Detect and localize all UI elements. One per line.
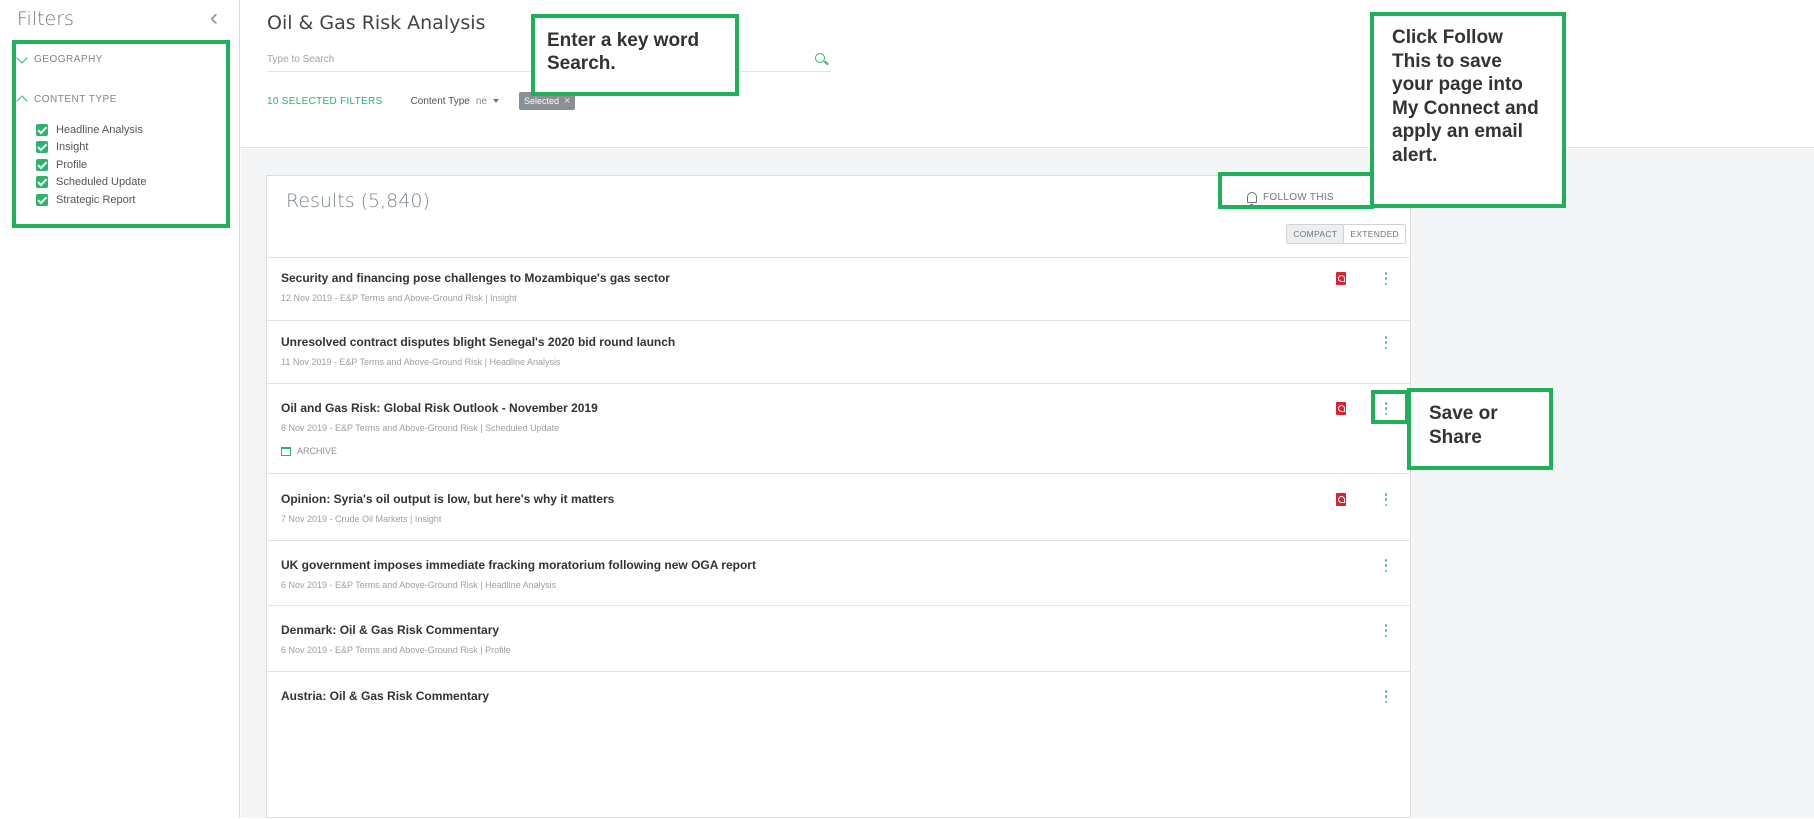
more-options-icon[interactable] (1384, 336, 1388, 349)
save-share-callout: Save or Share (1407, 388, 1553, 470)
view-toggle: COMPACT EXTENDED (1286, 224, 1406, 244)
close-icon[interactable]: × (564, 95, 570, 107)
result-row[interactable]: Austria: Oil & Gas Risk Commentary (267, 672, 1410, 819)
result-title-link[interactable]: Opinion: Syria's oil output is low, but … (281, 492, 614, 506)
search-callout: Enter a key word Search. (531, 14, 739, 96)
follow-highlight-box (1218, 172, 1374, 209)
result-title-link[interactable]: Unresolved contract disputes blight Sene… (281, 335, 675, 349)
result-title-link[interactable]: Austria: Oil & Gas Risk Commentary (281, 689, 489, 703)
results-count-title: Results (5,840) (286, 190, 430, 212)
result-title-link[interactable]: UK government imposes immediate fracking… (281, 558, 756, 572)
result-title-link[interactable]: Security and financing pose challenges t… (281, 271, 670, 285)
result-row[interactable]: Denmark: Oil & Gas Risk Commentary 6 Nov… (267, 606, 1410, 672)
more-options-icon[interactable] (1384, 559, 1388, 572)
archive-label: ARCHIVE (297, 446, 338, 456)
result-title-link[interactable]: Oil and Gas Risk: Global Risk Outlook - … (281, 401, 598, 415)
filter-row: 10 SELECTED FILTERS Content Type ne Sele… (267, 92, 576, 110)
content-type-label: Content Type (410, 95, 470, 107)
search-callout-text: Enter a key word Search. (547, 30, 700, 74)
result-meta: 6 Nov 2019 - E&P Terms and Above-Ground … (281, 580, 557, 590)
result-meta: 6 Nov 2019 - E&P Terms and Above-Ground … (281, 645, 511, 655)
filters-highlight-box (12, 40, 230, 228)
result-meta: 8 Nov 2019 - E&P Terms and Above-Ground … (281, 423, 560, 433)
follow-callout-text: Click Follow This to save your page into… (1392, 27, 1539, 166)
more-options-icon[interactable] (1384, 624, 1388, 637)
content-type-value[interactable]: ne (476, 96, 487, 107)
pdf-icon[interactable] (1336, 272, 1346, 285)
save-share-callout-text: Save or Share (1429, 403, 1498, 448)
filters-title: Filters (17, 8, 74, 30)
follow-callout: Click Follow This to save your page into… (1370, 12, 1566, 208)
result-title-link[interactable]: Denmark: Oil & Gas Risk Commentary (281, 623, 499, 637)
page-title: Oil & Gas Risk Analysis (267, 12, 486, 34)
pdf-icon[interactable] (1336, 493, 1346, 506)
view-compact-button[interactable]: COMPACT (1287, 225, 1344, 243)
result-meta: 12 Nov 2019 - E&P Terms and Above-Ground… (281, 293, 517, 303)
collapse-sidebar-icon[interactable]: ‹ (210, 4, 218, 32)
search-icon[interactable] (815, 53, 825, 63)
result-row[interactable]: Security and financing pose challenges t… (267, 258, 1410, 321)
result-row[interactable]: Opinion: Syria's oil output is low, but … (267, 474, 1410, 541)
filter-chip-label: Selected (524, 96, 560, 106)
archive-link[interactable]: ARCHIVE (281, 446, 337, 456)
result-row[interactable]: Unresolved contract disputes blight Sene… (267, 321, 1410, 384)
archive-icon (281, 446, 291, 456)
result-meta: 7 Nov 2019 - Crude Oil Markets | Insight (281, 514, 442, 524)
result-row[interactable]: Oil and Gas Risk: Global Risk Outlook - … (267, 384, 1410, 474)
more-options-icon[interactable] (1384, 272, 1388, 285)
pdf-icon[interactable] (1336, 402, 1346, 415)
more-options-icon[interactable] (1384, 690, 1388, 703)
view-extended-button[interactable]: EXTENDED (1343, 225, 1405, 243)
result-meta: 11 Nov 2019 - E&P Terms and Above-Ground… (281, 357, 561, 367)
result-row[interactable]: UK government imposes immediate fracking… (267, 541, 1410, 606)
results-panel: Results (5,840) FOLLOW THIS COMPACT EXTE… (266, 175, 1411, 818)
page-header: Oil & Gas Risk Analysis 10 SELECTED FILT… (241, 0, 1814, 148)
more-options-highlight-box (1371, 390, 1409, 424)
more-options-icon[interactable] (1384, 493, 1388, 506)
selected-filters-link[interactable]: 10 SELECTED FILTERS (267, 96, 383, 107)
caret-down-icon[interactable] (493, 99, 499, 103)
